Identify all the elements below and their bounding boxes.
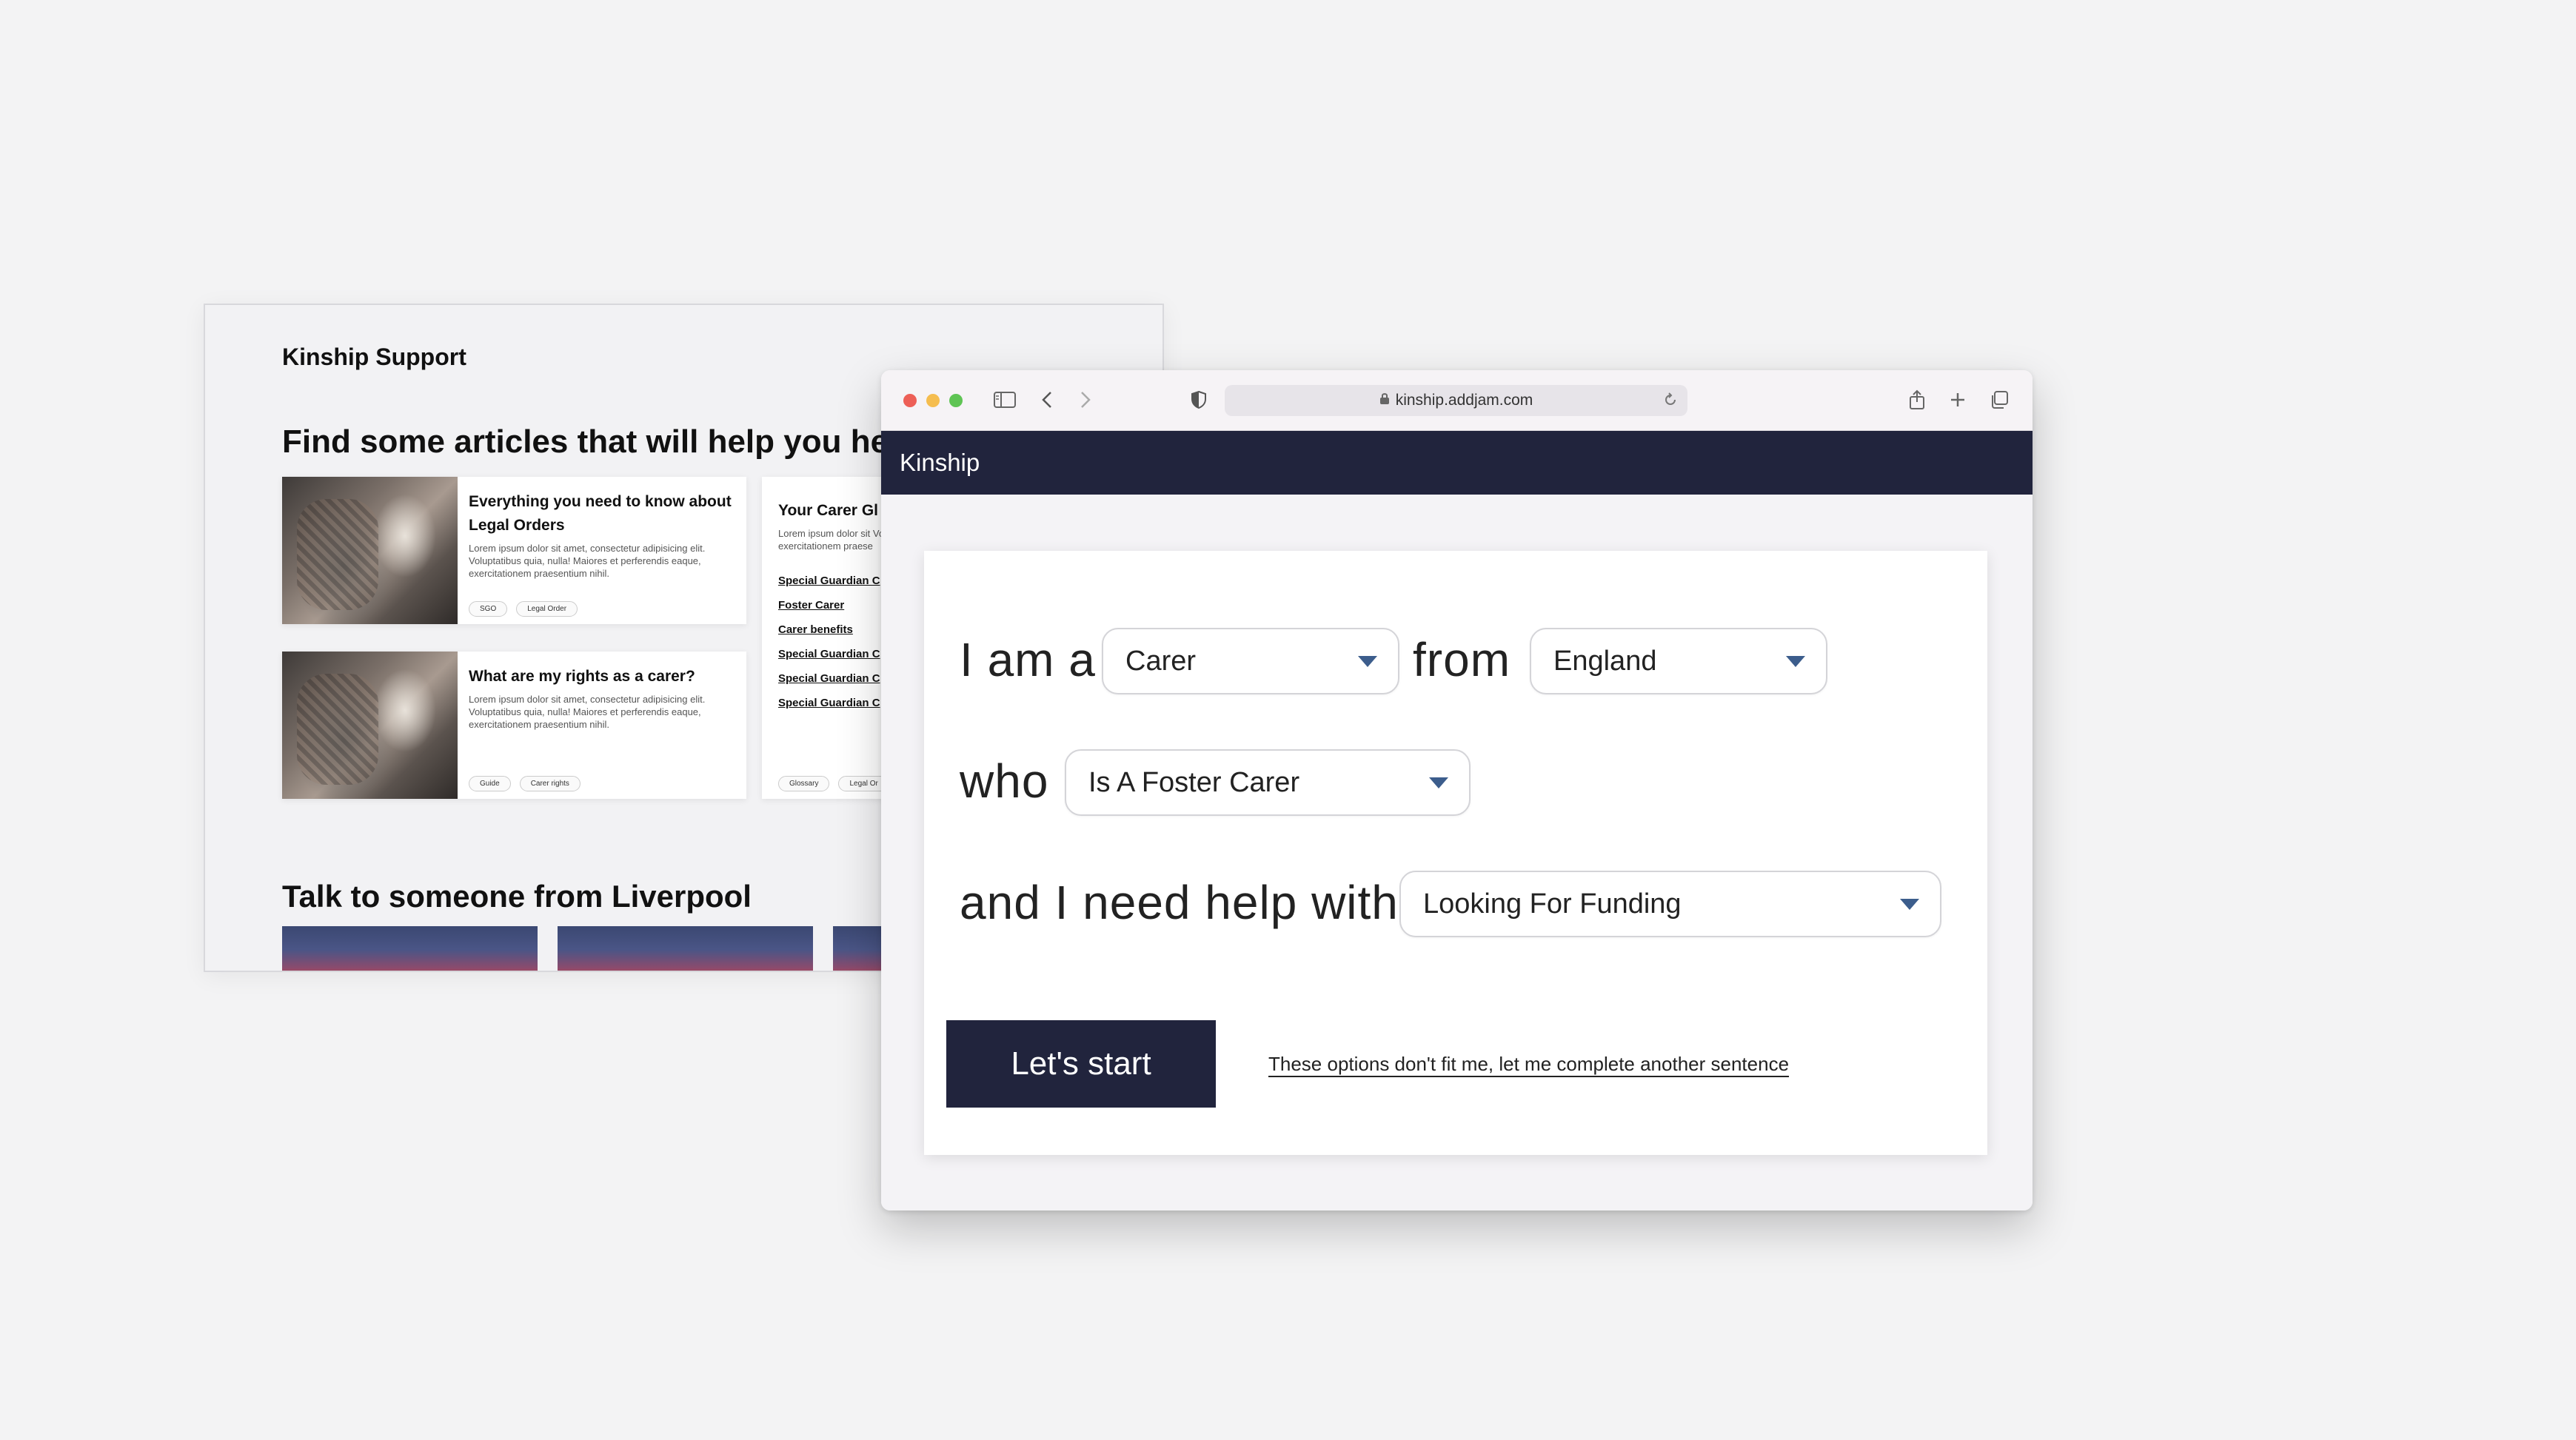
article-excerpt: Lorem ipsum dolor sit amet, consectetur … xyxy=(469,694,706,730)
sentence-word-who: who xyxy=(960,754,1049,808)
article-title: What are my rights as a carer? xyxy=(469,668,695,685)
chevron-left-icon[interactable] xyxy=(1038,386,1056,413)
tag[interactable]: Guide xyxy=(469,776,511,791)
region-select-value: England xyxy=(1553,645,1657,677)
app-header: Kinship xyxy=(881,431,2033,495)
article-image xyxy=(282,652,458,799)
lock-icon xyxy=(1379,392,1390,409)
tag[interactable]: Glossary xyxy=(778,776,830,791)
shield-icon[interactable] xyxy=(1188,386,1209,413)
status-select-value: Is A Foster Carer xyxy=(1088,766,1300,798)
reload-icon[interactable] xyxy=(1662,392,1679,412)
sentence-word-need-help: and I need help with xyxy=(960,876,1399,929)
role-select-value: Carer xyxy=(1125,645,1197,677)
tag[interactable]: SGO xyxy=(469,601,508,617)
brand-title: Kinship Support xyxy=(282,344,466,370)
caret-down-icon xyxy=(1900,899,1919,910)
sentence-word-from: from xyxy=(1413,633,1511,686)
article-card[interactable]: Everything you need to know about Legal … xyxy=(282,477,746,624)
zoom-window-button[interactable] xyxy=(949,394,963,407)
close-window-button[interactable] xyxy=(903,394,917,407)
share-icon[interactable] xyxy=(1907,386,1927,413)
app-title[interactable]: Kinship xyxy=(900,449,980,477)
url-text: kinship.addjam.com xyxy=(1395,392,1533,409)
article-excerpt: Lorem ipsum dolor sit amet, consectetur … xyxy=(469,543,706,579)
lets-start-button[interactable]: Let's start xyxy=(946,1020,1216,1108)
region-select[interactable]: England xyxy=(1530,628,1827,694)
other-sentence-link[interactable]: These options don't fit me, let me compl… xyxy=(1268,1053,1789,1076)
sentence-word-i-am-a: I am a xyxy=(960,633,1096,686)
status-select[interactable]: Is A Foster Carer xyxy=(1065,749,1471,816)
stage: Kinship Support Find some articles that … xyxy=(0,0,2576,1440)
caret-down-icon xyxy=(1786,656,1805,667)
role-select[interactable]: Carer xyxy=(1102,628,1399,694)
tag[interactable]: Carer rights xyxy=(519,776,581,791)
tag[interactable]: Legal Order xyxy=(516,601,578,617)
article-card[interactable]: What are my rights as a carer? Lorem ips… xyxy=(282,652,746,799)
tabs-overview-icon[interactable] xyxy=(1988,386,2010,413)
article-image xyxy=(282,477,458,624)
caret-down-icon xyxy=(1358,656,1377,667)
contact-photo[interactable] xyxy=(558,926,813,971)
talk-heading: Talk to someone from Liverpool xyxy=(282,879,752,914)
caret-down-icon xyxy=(1429,777,1448,788)
need-select-value: Looking For Funding xyxy=(1423,888,1682,920)
contact-photo[interactable] xyxy=(282,926,538,971)
article-title: Everything you need to know about Legal … xyxy=(469,493,732,534)
need-select[interactable]: Looking For Funding xyxy=(1399,871,1941,937)
minimize-window-button[interactable] xyxy=(926,394,940,407)
chevron-right-icon[interactable] xyxy=(1077,386,1094,413)
main-content: I am a Carer from England who Is A Foste… xyxy=(881,495,2033,1210)
plus-icon[interactable] xyxy=(1947,386,1968,413)
articles-heading: Find some articles that will help you he… xyxy=(282,423,902,460)
address-bar[interactable]: kinship.addjam.com xyxy=(1225,385,1687,416)
browser-toolbar: kinship.addjam.com xyxy=(881,370,2033,431)
browser-window: kinship.addjam.com Kinship I am a Carer … xyxy=(881,370,2033,1210)
sidebar-icon[interactable] xyxy=(992,386,1017,413)
sentence-builder-panel: I am a Carer from England who Is A Foste… xyxy=(924,551,1987,1155)
